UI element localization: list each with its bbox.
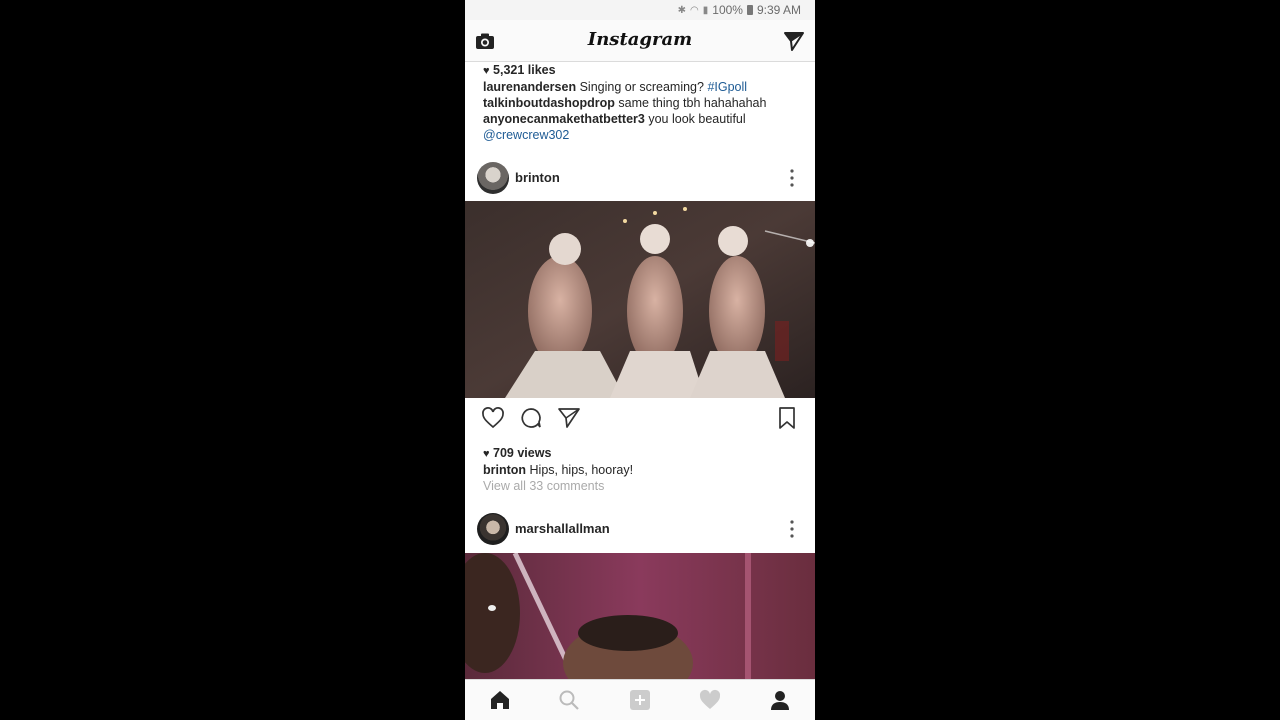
comment-text: you look beautiful	[648, 112, 746, 126]
profile-icon[interactable]	[769, 689, 791, 711]
bluetooth-icon: ✱	[677, 4, 687, 16]
caption: laurenandersen Singing or screaming? #IG…	[483, 80, 747, 94]
activity-heart-icon[interactable]	[699, 689, 721, 711]
heart-small-icon: ♥	[483, 448, 490, 460]
likes-count: ♥ 5,321 likes	[483, 63, 556, 77]
view-all-comments-link[interactable]: View all 33 comments	[483, 479, 604, 493]
more-options-icon[interactable]	[787, 166, 797, 190]
add-post-icon[interactable]	[629, 689, 651, 711]
caption: brinton Hips, hips, hooray!	[483, 463, 633, 477]
comment-bubble-icon[interactable]	[519, 406, 543, 430]
status-bar: ✱ ◠ ▮ 100% 9:39 AM	[465, 0, 815, 20]
comment-username[interactable]: talkinboutdashopdrop	[483, 96, 615, 110]
comment-username[interactable]: anyonecanmakethatbetter3	[483, 112, 645, 126]
share-icon[interactable]	[557, 406, 581, 430]
comment-text: same thing tbh hahahahah	[618, 96, 767, 110]
post-header: marshallallman	[465, 509, 815, 549]
battery-level: 100%	[712, 3, 743, 17]
heart-small-icon: ♥	[483, 65, 490, 77]
views-count: ♥ 709 views	[483, 446, 552, 460]
post-video[interactable]	[465, 201, 815, 398]
post-username[interactable]: marshallallman	[515, 521, 610, 536]
instagram-logo: Instagram	[587, 29, 693, 50]
post-header: brinton	[465, 158, 815, 198]
hashtag-link[interactable]: #IGpoll	[707, 80, 747, 94]
comment-continued: @crewcrew302	[483, 128, 569, 142]
wifi-icon: ◠	[690, 4, 699, 16]
phone-screen: ✱ ◠ ▮ 100% 9:39 AM Instagram ♥ 5,321 lik…	[465, 0, 815, 720]
post-username[interactable]: brinton	[515, 170, 560, 185]
feed[interactable]: ♥ 5,321 likes laurenandersen Singing or …	[465, 62, 815, 679]
more-options-icon[interactable]	[787, 517, 797, 541]
men-image	[465, 553, 815, 679]
comment: talkinboutdashopdrop same thing tbh haha…	[483, 96, 766, 110]
signal-icon: ▮	[702, 4, 709, 16]
mention-link[interactable]: @crewcrew302	[483, 128, 569, 142]
bookmark-icon[interactable]	[775, 406, 799, 430]
top-bar: Instagram	[465, 20, 815, 62]
post-video[interactable]	[465, 553, 815, 679]
search-icon[interactable]	[558, 689, 580, 711]
battery-icon	[746, 5, 753, 15]
home-icon[interactable]	[489, 689, 511, 711]
direct-message-icon[interactable]	[783, 30, 805, 52]
caption-username[interactable]: brinton	[483, 463, 526, 477]
dancers-image	[465, 201, 815, 398]
caption-username[interactable]: laurenandersen	[483, 80, 576, 94]
avatar[interactable]	[477, 513, 509, 545]
avatar[interactable]	[477, 162, 509, 194]
like-heart-icon[interactable]	[481, 406, 505, 430]
post-actions	[465, 398, 815, 438]
comment: anyonecanmakethatbetter3 you look beauti…	[483, 112, 746, 126]
bottom-tab-bar	[465, 679, 815, 720]
clock: 9:39 AM	[756, 3, 801, 17]
caption-text: Hips, hips, hooray!	[529, 463, 634, 477]
caption-text: Singing or screaming?	[579, 80, 704, 94]
